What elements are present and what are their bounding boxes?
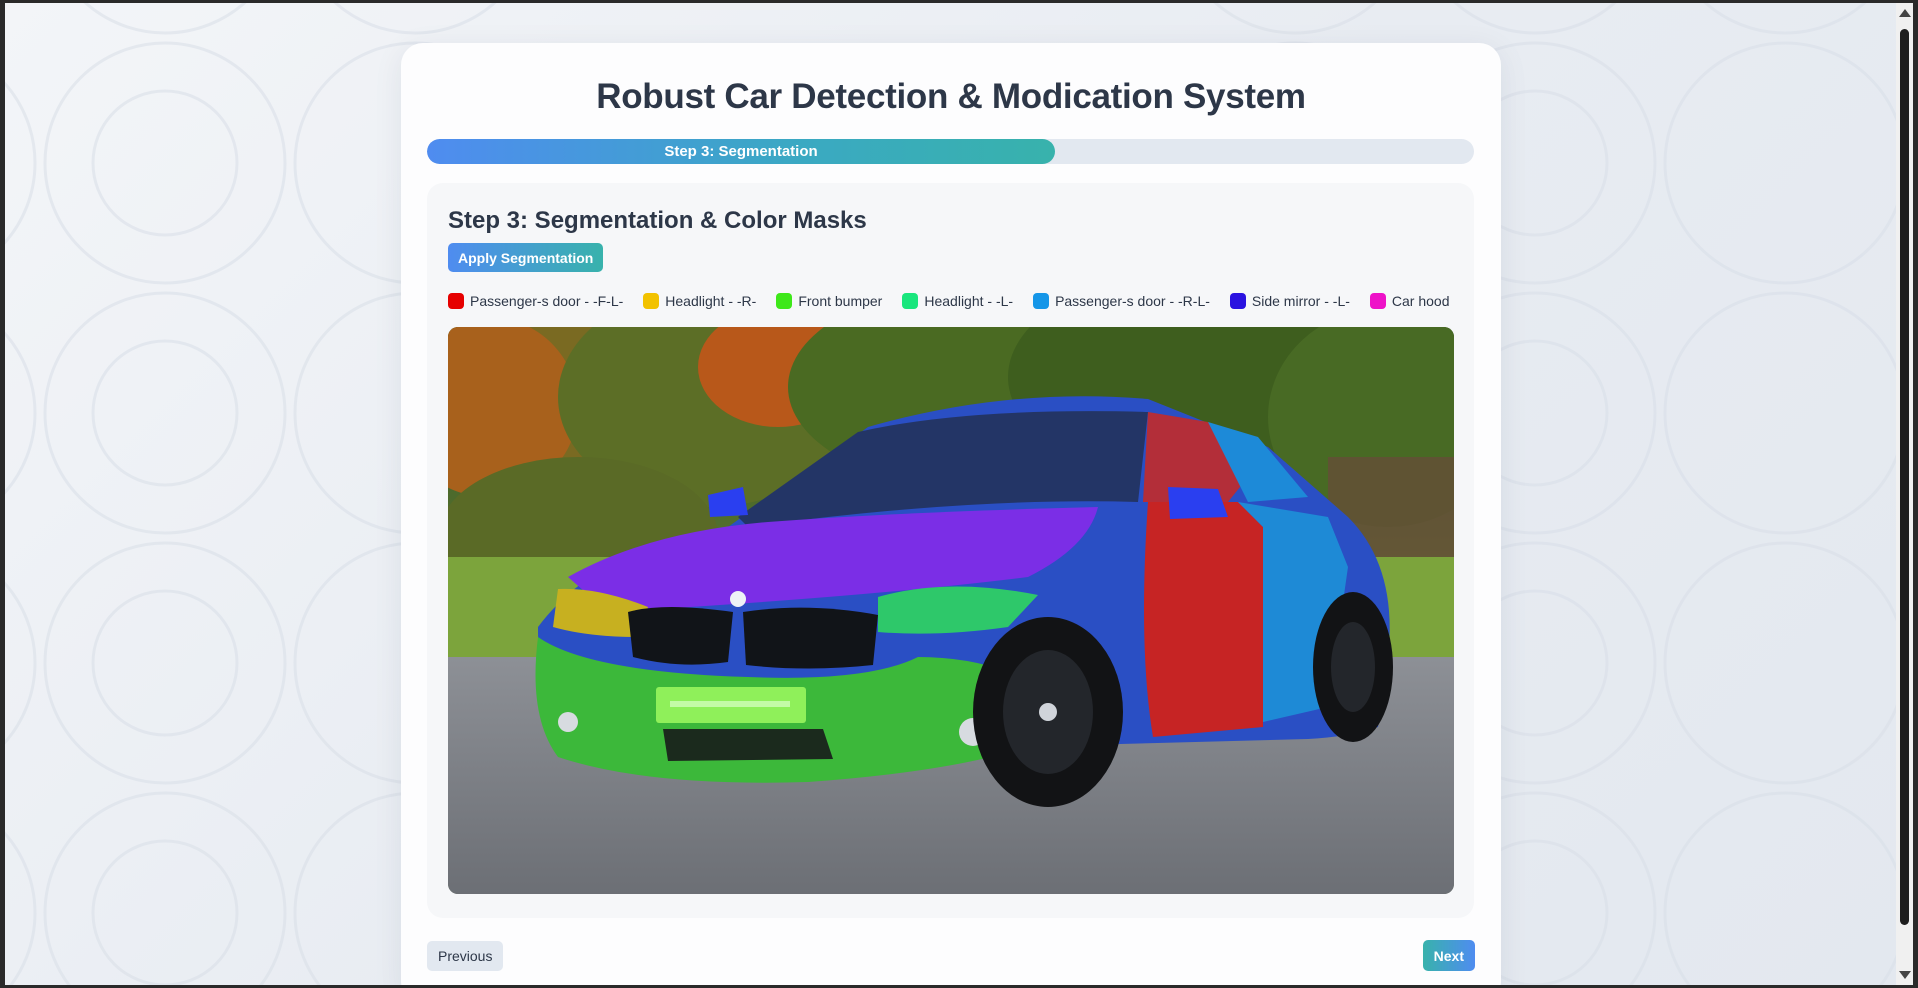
main-card: Robust Car Detection & Modication System… [401, 43, 1501, 985]
legend-item: Side mirror - -L- [1229, 293, 1350, 309]
legend-item: Passenger-s door - -F-L- [448, 293, 623, 309]
vertical-scrollbar[interactable] [1896, 3, 1913, 985]
legend-label: Front bumper [798, 293, 883, 309]
apply-segmentation-button[interactable]: Apply Segmentation [448, 243, 604, 272]
page-title: Robust Car Detection & Modication System [596, 77, 1306, 116]
legend-label: Headlight - -L- [924, 293, 1014, 309]
legend-item: Headlight - -L- [902, 293, 1013, 309]
legend-item: Headlight - -R- [643, 293, 756, 309]
step-heading: Step 3: Segmentation & Color Masks [448, 207, 867, 234]
previous-button[interactable]: Previous [427, 941, 504, 971]
progress-label: Step 3: Segmentation [664, 143, 818, 160]
legend-swatch-headlight-l [902, 293, 919, 309]
segmented-car-illustration [448, 327, 1454, 894]
legend-label: Headlight - -R- [665, 293, 757, 309]
browser-viewport: Robust Car Detection & Modication System… [5, 3, 1896, 985]
legend-swatch-front-bumper [776, 293, 793, 309]
scroll-down-arrow-icon[interactable] [1899, 971, 1911, 979]
segmented-car-image [448, 327, 1454, 894]
legend-item: Passenger-s door - -R-L- [1033, 293, 1210, 309]
scroll-up-arrow-icon[interactable] [1899, 9, 1911, 17]
legend-item: Car hood [1369, 293, 1450, 309]
legend-label: Passenger-s door - -F-L- [470, 293, 624, 309]
segmentation-legend: Passenger-s door - -F-L- Headlight - -R-… [448, 293, 1450, 309]
legend-item: Front bumper [776, 293, 882, 309]
legend-swatch-side-mirror-l [1229, 293, 1246, 309]
legend-label: Side mirror - -L- [1251, 293, 1350, 309]
legend-label: Passenger-s door - -R-L- [1055, 293, 1210, 309]
step-panel: Step 3: Segmentation & Color Masks Apply… [427, 183, 1474, 918]
legend-swatch-headlight-r [643, 293, 660, 309]
legend-swatch-car-hood [1369, 293, 1386, 309]
progress-bar-fill: Step 3: Segmentation [427, 139, 1055, 164]
legend-swatch-passenger-door-rl [1033, 293, 1050, 309]
progress-bar: Step 3: Segmentation [427, 139, 1474, 164]
legend-label: Car hood [1391, 293, 1450, 309]
legend-swatch-passenger-door-fl [448, 293, 464, 309]
scrollbar-thumb[interactable] [1900, 29, 1909, 925]
next-button[interactable]: Next [1422, 940, 1475, 971]
